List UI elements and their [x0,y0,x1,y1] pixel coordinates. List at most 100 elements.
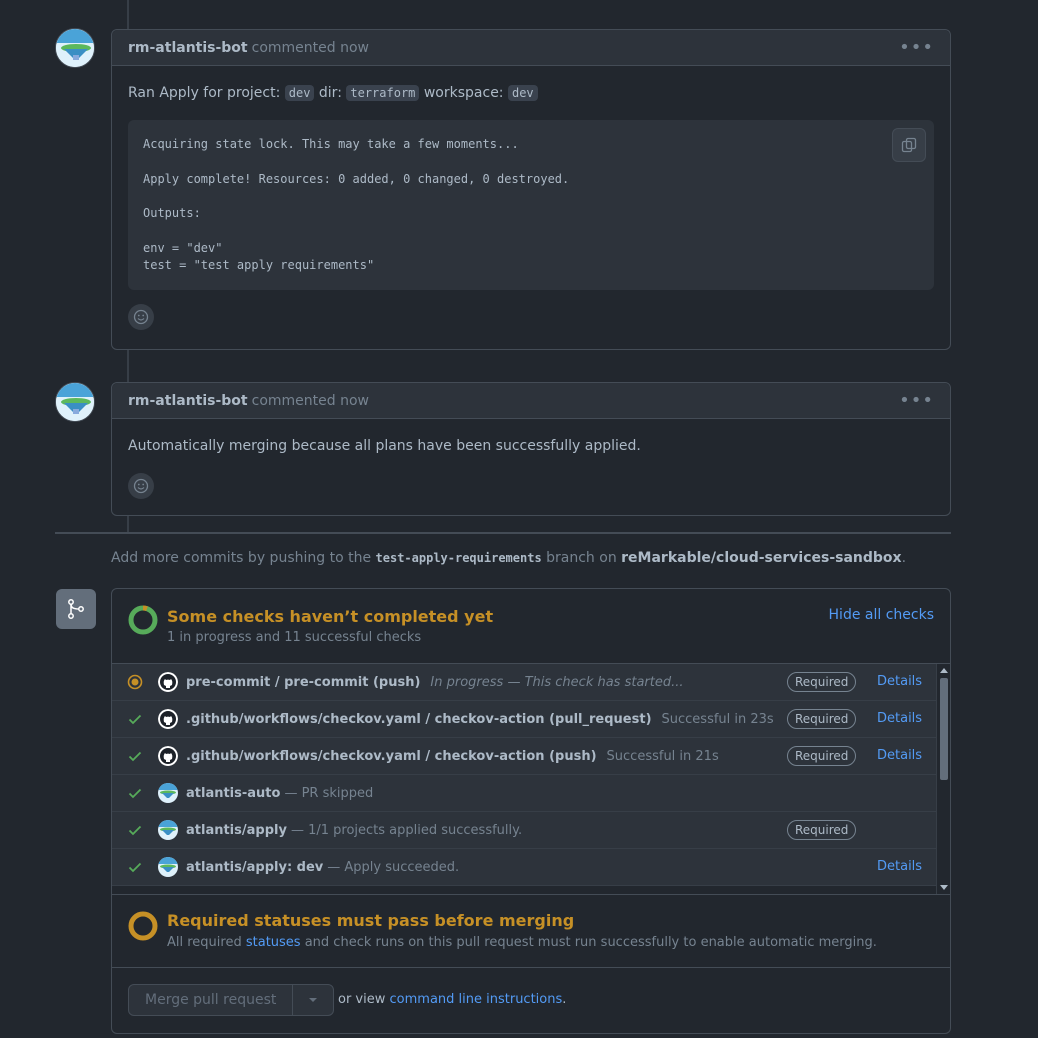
check-row: pre-commit / pre-commit (push) In progre… [112,664,936,701]
required-badge: Required [787,672,857,692]
check-icon [128,788,142,799]
statuses-link[interactable]: statuses [246,935,301,950]
comment-header: rm-atlantis-bot commented now ••• [112,30,950,66]
add-reaction-button[interactable] [128,304,154,331]
push-note-text: Add more commits by pushing to the [111,550,372,566]
branch-name[interactable]: test-apply-requirements [376,551,542,565]
kebab-menu-icon[interactable]: ••• [899,391,934,410]
summary-text: dir: [318,85,342,101]
merge-pull-request-button[interactable]: Merge pull request [129,985,294,1015]
check-description: Successful in 21s [606,748,719,764]
smiley-icon [133,310,149,325]
pending-circle-icon [128,911,158,941]
dir-chip: terraform [346,85,420,101]
requirements-text: All required [167,935,242,950]
code-line: Outputs: [143,206,201,221]
smiley-icon [133,478,149,494]
atlantis-logo-icon [158,783,178,803]
comment-header: rm-atlantis-bot commented now ••• [112,383,950,419]
comment-automerge: rm-atlantis-bot commented now ••• Automa… [111,382,951,516]
timeline-line [127,0,129,30]
code-block: Acquiring state lock. This may take a fe… [128,120,934,291]
comment-body: Automatically merging because all plans … [112,419,950,515]
push-note-text: . [901,550,907,566]
summary-text: workspace: [423,85,504,101]
atlantis-logo-icon [158,820,178,840]
check-description: — Apply succeeded. [327,859,460,875]
checks-scrollbar[interactable] [936,664,950,894]
bot-avatar[interactable] [55,28,95,68]
check-name: atlantis/apply [186,822,287,838]
cli-text: . [562,992,567,1007]
project-chip: dev [284,85,315,101]
comment-body: Ran Apply for project: dev dir: terrafor… [112,66,950,346]
git-merge-icon [68,599,84,619]
hide-all-checks-link[interactable]: Hide all checks [829,607,934,623]
checks-list[interactable]: pre-commit / pre-commit (push) In progre… [112,664,950,894]
scrollbar-thumb[interactable] [940,678,948,780]
requirements-text: and check runs on this pull request must… [304,935,877,950]
check-name: pre-commit / pre-commit (push) [186,674,421,690]
atlantis-logo-icon [158,857,178,877]
timeline-line [127,515,129,532]
code-line: test = "test apply requirements" [143,258,375,273]
caret-down-icon [309,998,318,1002]
github-logo-icon [158,709,178,729]
code-line: Apply complete! Resources: 0 added, 0 ch… [143,171,570,186]
apply-summary: Ran Apply for project: dev dir: terrafor… [128,82,934,104]
comment-timestamp[interactable]: commented now [252,40,369,56]
copy-button[interactable] [892,128,926,162]
github-logo-icon [158,746,178,766]
scroll-down-arrow-icon[interactable] [940,885,948,890]
copy-icon [901,137,917,153]
merge-box: Some checks haven’t completed yet 1 in p… [111,588,951,1034]
details-link[interactable]: Details [877,711,922,726]
check-row: .github/workflows/checkov.yaml / checkov… [112,738,936,775]
add-reaction-button[interactable] [128,473,154,499]
check-name: atlantis/apply: dev [186,859,324,875]
check-row: atlantis/apply: dev — Apply succeeded. D… [112,849,936,886]
required-statuses-section: Required statuses must pass before mergi… [112,894,950,968]
check-icon [128,825,142,836]
push-note: Add more commits by pushing to the test-… [111,550,906,566]
timeline-separator [55,532,951,534]
checks-title: Some checks haven’t completed yet [167,607,494,626]
pending-ring-icon [128,605,158,635]
kebab-menu-icon[interactable]: ••• [899,38,934,57]
merge-status-icon [56,589,96,629]
push-note-text: branch on [546,550,617,566]
repo-link[interactable]: reMarkable/cloud-services-sandbox [621,550,901,566]
checks-header: Some checks haven’t completed yet 1 in p… [112,589,950,664]
required-statuses-text: All required statuses and check runs on … [167,935,877,950]
command-line-instructions-link[interactable]: command line instructions [390,992,563,1007]
merge-action: Merge pull request or view command line … [112,968,950,1033]
check-description: — 1/1 projects applied successfully. [290,822,523,838]
details-link[interactable]: Details [877,674,922,689]
comment-text: Automatically merging because all plans … [128,438,641,454]
details-link[interactable]: Details [877,859,922,874]
bot-avatar[interactable] [55,382,95,422]
details-link[interactable]: Details [877,748,922,763]
comment-apply: rm-atlantis-bot commented now ••• Ran Ap… [111,29,951,350]
merge-method-dropdown[interactable] [293,985,333,1015]
github-logo-icon [158,672,178,692]
check-row: .github/workflows/checkov.yaml / checkov… [112,701,936,738]
timeline-line [127,349,129,383]
check-description: Successful in 23s [661,711,774,727]
check-name: .github/workflows/checkov.yaml / checkov… [186,748,597,764]
check-row: atlantis/apply — 1/1 projects applied su… [112,812,936,849]
comment-author[interactable]: rm-atlantis-bot [128,40,248,56]
code-line: env = "dev" [143,240,223,255]
summary-text: Ran Apply for project: [128,85,281,101]
check-icon [128,751,142,762]
in-progress-icon [127,674,143,690]
comment-author[interactable]: rm-atlantis-bot [128,393,248,409]
required-badge: Required [787,709,857,729]
required-badge: Required [787,820,857,840]
check-icon [128,714,142,725]
comment-timestamp[interactable]: commented now [252,393,369,409]
code-line: Acquiring state lock. This may take a fe… [143,137,519,151]
check-icon [128,862,142,873]
scroll-up-arrow-icon[interactable] [940,668,948,673]
merge-button-group: Merge pull request [128,984,335,1016]
